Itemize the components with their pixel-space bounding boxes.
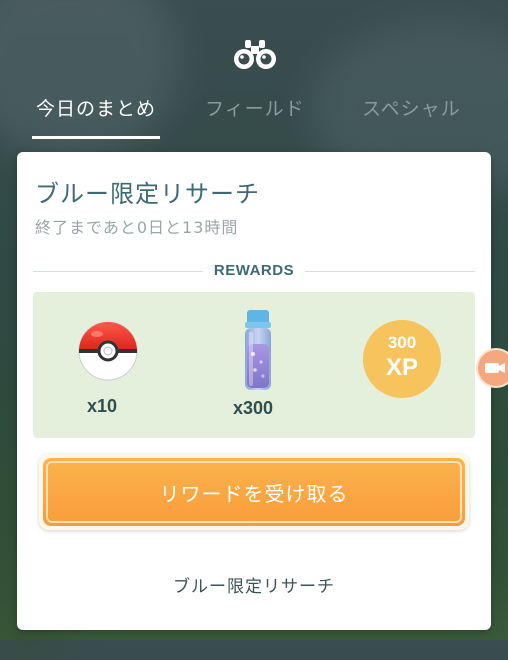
xp-amount: 300 — [387, 333, 417, 352]
claim-button-label: リワードを受け取る — [159, 482, 349, 506]
research-footer-link[interactable]: ブルー限定リサーチ — [17, 572, 491, 597]
potion-bottle-icon — [245, 310, 271, 390]
active-tab-indicator — [32, 136, 160, 139]
xp-unit: XP — [385, 354, 418, 381]
poke-ball-quantity: x10 — [87, 396, 118, 416]
research-card: ブルー限定リサーチ 終了まであと0日と13時間 REWARDS x10 x300… — [17, 152, 491, 630]
poke-ball-icon — [78, 321, 138, 381]
camera-icon — [485, 363, 505, 373]
divider-right — [305, 271, 475, 272]
xp-badge[interactable]: 300 XP — [363, 320, 441, 398]
claim-button-face: リワードを受け取る — [43, 458, 465, 526]
reward-poke-ball[interactable]: x10 — [73, 318, 143, 428]
rewards-panel: x10 x300 300 XP — [33, 292, 475, 438]
tab-today-summary[interactable]: 今日のまとめ — [36, 94, 156, 121]
claim-rewards-button[interactable]: リワードを受け取る — [39, 454, 469, 530]
time-remaining: 終了まであと0日と13時間 — [35, 218, 239, 237]
reward-bottle[interactable]: x300 — [223, 306, 293, 428]
binoculars-icon — [234, 40, 276, 69]
tab-special[interactable]: スペシャル — [362, 94, 461, 121]
next-card-peek[interactable] — [478, 350, 508, 386]
tab-field[interactable]: フィールド — [205, 94, 305, 121]
bottle-quantity: x300 — [233, 398, 274, 418]
research-title: ブルー限定リサーチ — [35, 180, 260, 208]
tab-bar: 今日のまとめ フィールド スペシャル — [0, 88, 508, 140]
